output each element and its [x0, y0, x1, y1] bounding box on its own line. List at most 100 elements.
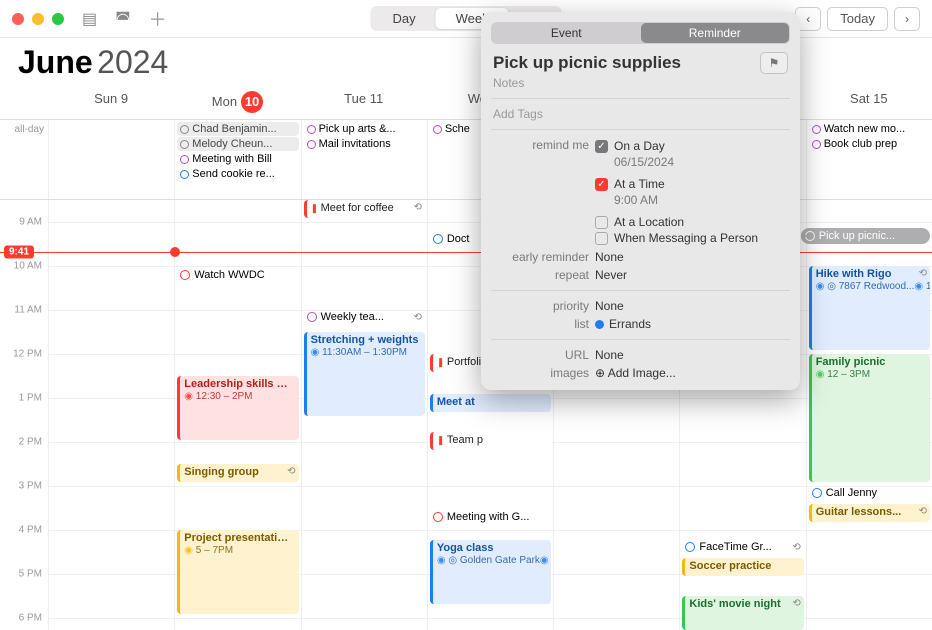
- on-a-day-value[interactable]: 06/15/2024: [595, 155, 674, 169]
- view-day[interactable]: Day: [373, 8, 436, 29]
- event-meet-at[interactable]: Meet at: [430, 394, 551, 412]
- day-header-today: Mon10: [174, 85, 300, 119]
- close-window-icon[interactable]: [12, 13, 24, 25]
- event-guitar[interactable]: Guitar lessons...⟲: [809, 504, 930, 522]
- ring-icon: [433, 234, 443, 244]
- person-ring-icon: [180, 125, 189, 134]
- sidebar-toggle-icon[interactable]: ▤: [82, 9, 97, 29]
- notes-input[interactable]: Notes: [481, 74, 800, 92]
- ring-icon: [433, 125, 442, 134]
- ring-icon: [433, 512, 443, 522]
- reminder-pickup-picnic[interactable]: Pick up picnic...: [801, 228, 930, 244]
- event-yoga[interactable]: Yoga class◎ Golden Gate Park5:15 – 6:45P…: [430, 540, 551, 604]
- allday-mon[interactable]: Chad Benjamin... Melody Cheun... Meeting…: [174, 120, 300, 199]
- checkbox-icon: [595, 232, 608, 245]
- allday-tue[interactable]: Pick up arts &... Mail invitations: [301, 120, 427, 199]
- ring-icon: [307, 312, 317, 322]
- event-meeting-g[interactable]: Meeting with G...: [430, 510, 551, 524]
- reminder-title-input[interactable]: Pick up picnic supplies: [493, 53, 752, 73]
- allday-event[interactable]: Mail invitations: [304, 137, 425, 151]
- event-call-jenny[interactable]: Call Jenny: [809, 486, 930, 500]
- allday-event[interactable]: Send cookie re...: [177, 167, 298, 181]
- event-watch-wwdc[interactable]: Watch WWDC: [177, 268, 298, 282]
- daycol-sat[interactable]: Pick up picnic... Hike with Rigo◎ 7867 R…: [806, 200, 932, 630]
- reminder-popover: Event Reminder Pick up picnic supplies ⚑…: [481, 12, 800, 390]
- inbox-icon[interactable]: ◚: [115, 9, 131, 29]
- now-time-badge: 9:41: [4, 246, 34, 259]
- allday-label: all-day: [0, 120, 48, 199]
- flag-button[interactable]: ⚑: [760, 52, 788, 74]
- event-team-p[interactable]: Team p: [430, 432, 551, 450]
- at-a-time-value[interactable]: 9:00 AM: [595, 193, 658, 207]
- tags-input[interactable]: Add Tags: [481, 105, 800, 123]
- allday-event[interactable]: Watch new mo...: [809, 122, 930, 136]
- ring-icon: [180, 270, 190, 280]
- allday-event[interactable]: Book club prep: [809, 137, 930, 151]
- event-stretching[interactable]: Stretching + weights11:30AM – 1:30PM: [304, 332, 425, 416]
- allday-event[interactable]: Melody Cheun...: [177, 137, 298, 151]
- early-reminder-value[interactable]: None: [595, 250, 788, 264]
- priority-label: priority: [493, 299, 589, 313]
- recur-icon: ⟲: [413, 312, 421, 323]
- allday-sun[interactable]: [48, 120, 174, 199]
- tab-reminder[interactable]: Reminder: [641, 23, 790, 43]
- event-weekly-tea[interactable]: Weekly tea...⟲: [304, 310, 425, 324]
- on-a-day-checkbox[interactable]: ✓On a Day: [595, 138, 788, 154]
- priority-value[interactable]: None: [595, 299, 788, 313]
- event-soccer[interactable]: Soccer practice: [682, 558, 803, 576]
- week-nav: ‹ Today ›: [795, 7, 920, 31]
- at-a-location-checkbox[interactable]: At a Location: [595, 214, 788, 230]
- next-week-button[interactable]: ›: [894, 7, 920, 31]
- event-kids-movie[interactable]: Kids' movie night⟲: [682, 596, 803, 630]
- day-header: Sun 9: [48, 85, 174, 119]
- url-label: URL: [493, 348, 589, 362]
- when-messaging-checkbox[interactable]: When Messaging a Person: [595, 230, 788, 246]
- checkbox-icon: ✓: [595, 178, 608, 191]
- recur-icon: ⟲: [792, 542, 800, 553]
- day-header: Tue 11: [301, 85, 427, 119]
- event-facetime[interactable]: FaceTime Gr...⟲: [682, 540, 803, 554]
- daycol-tue[interactable]: Meet for coffee⟲ Weekly tea...⟲ Stretchi…: [301, 200, 427, 630]
- allday-sat[interactable]: Watch new mo... Book club prep: [806, 120, 932, 199]
- now-dot-icon: [170, 247, 180, 257]
- add-event-button[interactable]: ＋: [149, 6, 167, 32]
- tab-event[interactable]: Event: [492, 23, 641, 43]
- ring-icon: [812, 125, 821, 134]
- images-label: images: [493, 366, 589, 380]
- event-leadership[interactable]: Leadership skills meeting12:30 – 2PM: [177, 376, 298, 440]
- month-year: 2024: [97, 44, 168, 80]
- event-meet-coffee[interactable]: Meet for coffee⟲: [304, 200, 425, 218]
- list-label: list: [493, 317, 589, 331]
- allday-event[interactable]: Meeting with Bill: [177, 152, 298, 166]
- daycol-mon[interactable]: Watch WWDC Leadership skills meeting12:3…: [174, 200, 300, 630]
- add-image-button[interactable]: Add Image...: [595, 366, 788, 380]
- at-a-time-checkbox[interactable]: ✓At a Time: [595, 176, 788, 192]
- url-value[interactable]: None: [595, 348, 788, 362]
- checkbox-icon: [595, 216, 608, 229]
- list-color-dot-icon: [595, 320, 604, 329]
- list-value[interactable]: Errands: [595, 317, 788, 331]
- allday-event[interactable]: Chad Benjamin...: [177, 122, 298, 136]
- ring-icon: [307, 125, 316, 134]
- ring-icon: [805, 231, 815, 241]
- repeat-value[interactable]: Never: [595, 268, 788, 282]
- ring-icon: [812, 140, 821, 149]
- popover-tabs: Event Reminder: [491, 22, 790, 44]
- event-family-picnic[interactable]: Family picnic12 – 3PM: [809, 354, 930, 482]
- recur-icon: ⟲: [413, 202, 421, 213]
- recur-icon: ⟲: [919, 506, 927, 517]
- minimize-window-icon[interactable]: [32, 13, 44, 25]
- recur-icon: ⟲: [919, 268, 927, 279]
- event-project-presentations[interactable]: Project presentations5 – 7PM: [177, 530, 298, 614]
- event-singing-group[interactable]: Singing group⟲: [177, 464, 298, 482]
- ring-icon: [180, 155, 189, 164]
- event-hike[interactable]: Hike with Rigo◎ 7867 Redwood...10AM – 12…: [809, 266, 930, 350]
- early-reminder-label: early reminder: [493, 250, 589, 264]
- allday-event[interactable]: Pick up arts &...: [304, 122, 425, 136]
- fullscreen-window-icon[interactable]: [52, 13, 64, 25]
- window-controls: [12, 13, 64, 25]
- daycol-sun[interactable]: [48, 200, 174, 630]
- recur-icon: ⟲: [287, 466, 295, 477]
- today-button[interactable]: Today: [827, 7, 888, 31]
- ring-icon: [180, 170, 189, 179]
